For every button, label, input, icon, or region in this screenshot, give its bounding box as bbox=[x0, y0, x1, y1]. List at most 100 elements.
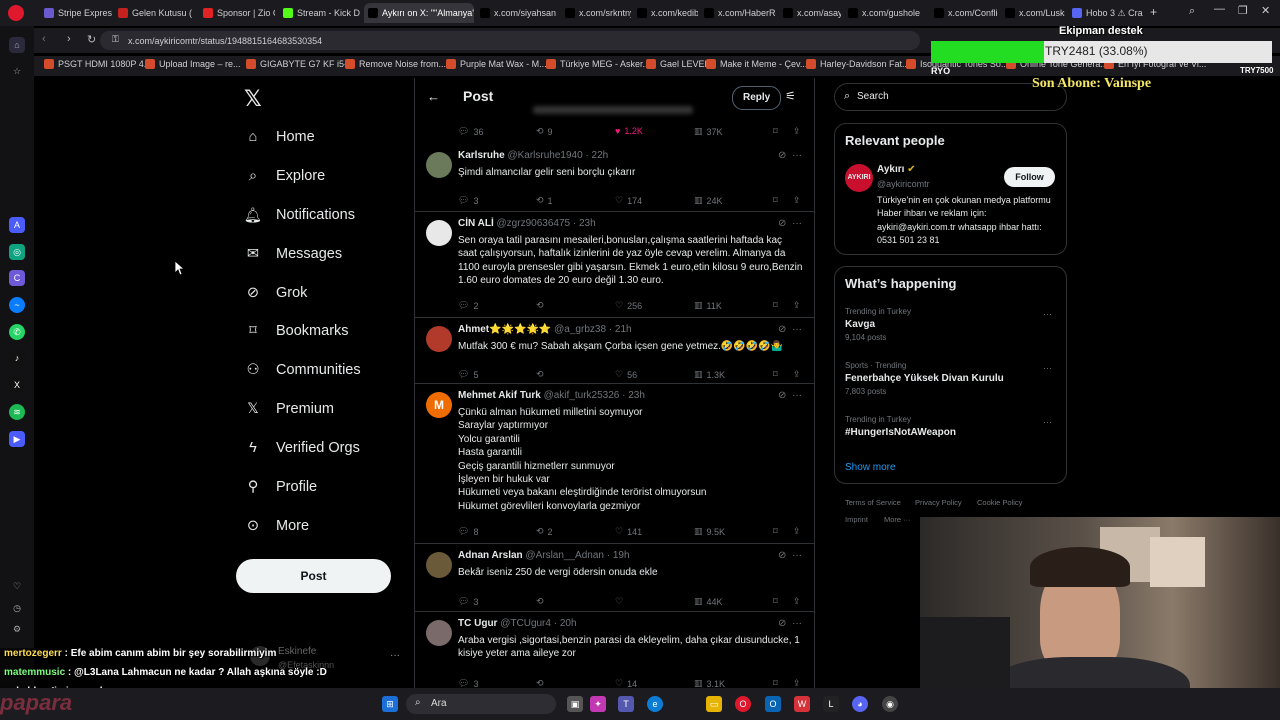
views-action[interactable]: ▥ 1.3K bbox=[694, 369, 725, 380]
views-action[interactable]: ▥ 44K bbox=[694, 596, 723, 607]
discord-icon[interactable]: ◕ bbox=[852, 696, 868, 712]
more-dots-icon[interactable]: ··· bbox=[390, 650, 400, 661]
show-more-link[interactable]: Show more bbox=[845, 462, 896, 473]
browser-tab[interactable]: Stripe Express bbox=[40, 3, 112, 23]
tweet-menu[interactable]: ⊘ ··· bbox=[778, 150, 802, 161]
bookmark-item[interactable]: Make it Meme - Çev... bbox=[706, 59, 807, 69]
browser-tab[interactable]: Stream - Kick D bbox=[279, 3, 361, 23]
share-action[interactable]: ⇪ bbox=[793, 596, 801, 607]
avatar[interactable] bbox=[426, 152, 452, 178]
share-action[interactable]: ⇪ bbox=[793, 300, 801, 311]
browser-tab[interactable]: x.com/asayisbe bbox=[779, 3, 841, 23]
tweet-menu[interactable]: ⊘ ··· bbox=[778, 550, 802, 561]
nav-item-bookmarks[interactable]: ⌑ Bookmarks bbox=[244, 322, 348, 340]
obs-icon[interactable]: ◉ bbox=[882, 696, 898, 712]
x-logo-icon[interactable]: 𝕏 bbox=[244, 86, 262, 112]
history-icon[interactable]: ◷ bbox=[9, 600, 25, 616]
site-info-icon[interactable]: ⚿ bbox=[112, 34, 119, 45]
repost-action[interactable]: ⟲ bbox=[536, 369, 548, 380]
more-dots-icon[interactable]: ··· bbox=[792, 618, 802, 629]
tweet-menu[interactable]: ⊘ ··· bbox=[778, 390, 802, 401]
views-action[interactable]: ▥ 9.5K bbox=[694, 526, 725, 537]
start-menu-icon[interactable]: ⊞ bbox=[382, 696, 398, 712]
trend-item[interactable]: Trending in Turkey Kavga 9,104 posts ··· bbox=[845, 307, 1058, 342]
footer-link[interactable]: Terms of Service bbox=[845, 498, 901, 507]
reply-action[interactable]: 💬︎ 2 bbox=[458, 300, 478, 311]
bookmark-action[interactable]: ⌑ bbox=[773, 195, 778, 206]
nav-item-explore[interactable]: ⌕ Explore bbox=[244, 167, 325, 185]
grok-icon[interactable]: ⊘ bbox=[778, 218, 786, 229]
home-icon[interactable]: ⌂ bbox=[9, 37, 25, 53]
tweet-author[interactable]: CİN ALİ bbox=[458, 218, 494, 229]
bookmark-item[interactable]: GIGABYTE G7 KF i5-... bbox=[246, 59, 355, 69]
share-action[interactable]: ⇪ bbox=[793, 526, 801, 537]
nav-item-notifications[interactable]: 🔔︎ Notifications bbox=[244, 206, 355, 224]
messenger-icon[interactable]: ~ bbox=[9, 297, 25, 313]
copilot-icon[interactable]: ✦ bbox=[590, 696, 606, 712]
footer-link[interactable]: Privacy Policy bbox=[915, 498, 962, 507]
bookmark-action[interactable]: ⌑ bbox=[773, 300, 778, 311]
nav-item-communities[interactable]: ⚇ Communities bbox=[244, 361, 361, 379]
new-tab-icon[interactable]: + bbox=[1150, 5, 1157, 19]
tweet[interactable]: TC Ugur @TCUgur4 · 20h ⊘ ··· Araba vergisi… bbox=[415, 612, 814, 690]
avatar[interactable] bbox=[426, 326, 452, 352]
grok-icon[interactable]: ⊘ bbox=[778, 324, 786, 335]
like-action[interactable]: ♡ bbox=[615, 596, 627, 607]
tiktok-icon[interactable]: ♪ bbox=[9, 350, 25, 366]
task-view-icon[interactable]: ▣ bbox=[567, 696, 583, 712]
search-tabs-icon[interactable]: ⌕ bbox=[1189, 5, 1195, 18]
chatgpt-icon[interactable]: ◎ bbox=[9, 244, 25, 260]
more-dots-icon[interactable]: ··· bbox=[792, 550, 802, 561]
tweet-menu[interactable]: ⊘ ··· bbox=[778, 324, 802, 335]
l-app-icon[interactable]: L bbox=[823, 696, 839, 712]
nav-item-verified-orgs[interactable]: ϟ Verified Orgs bbox=[244, 439, 360, 457]
repost-action[interactable]: ⟲ 1 bbox=[536, 195, 553, 206]
grok-icon[interactable]: ⊘ bbox=[778, 390, 786, 401]
share-action[interactable]: ⇪ bbox=[793, 369, 801, 380]
more-dots-icon[interactable]: ··· bbox=[792, 324, 802, 335]
back-icon[interactable]: ‹ bbox=[42, 33, 46, 45]
like-action[interactable]: ♥ 1.2K bbox=[615, 126, 643, 136]
post-button[interactable]: Post bbox=[236, 559, 391, 593]
footer-link[interactable]: More ··· bbox=[884, 515, 911, 524]
repost-action[interactable]: ⟲ 9 bbox=[536, 126, 553, 137]
nav-item-grok[interactable]: ⊘ Grok bbox=[244, 284, 308, 302]
tweet[interactable]: CİN ALİ @zgrz90636475 · 23h ⊘ ··· Sen oray… bbox=[415, 212, 814, 318]
share-action[interactable]: ⇪ bbox=[793, 195, 801, 206]
tweet-author[interactable]: Adnan Arslan bbox=[458, 550, 523, 561]
opera-taskbar-icon[interactable]: O bbox=[735, 696, 751, 712]
bookmark-action[interactable]: ⌑ bbox=[773, 369, 778, 380]
bookmark-item[interactable]: Türkiye MEG - Asker... bbox=[546, 59, 650, 69]
more-dots-icon[interactable]: ··· bbox=[792, 218, 802, 229]
nav-item-home[interactable]: ⌂ Home bbox=[244, 128, 315, 146]
reply-action[interactable]: 💬︎ 3 bbox=[458, 195, 478, 206]
tweet-author[interactable]: TC Ugur bbox=[458, 618, 497, 629]
repost-action[interactable]: ⟲ bbox=[536, 596, 548, 607]
views-action[interactable]: ▥ 24K bbox=[694, 195, 723, 206]
tweet-menu[interactable]: ⊘ ··· bbox=[778, 618, 802, 629]
footer-link[interactable]: Cookie Policy bbox=[977, 498, 1022, 507]
browser-tab[interactable]: Hobo 3 ⚠ Cra bbox=[1068, 3, 1148, 23]
more-dots-icon[interactable]: ··· bbox=[792, 150, 802, 161]
whatsapp-icon[interactable]: ✆ bbox=[9, 324, 25, 340]
grok-icon[interactable]: ⊘ bbox=[778, 150, 786, 161]
avatar[interactable]: M bbox=[426, 392, 452, 418]
browser-tab[interactable]: x.com/kedibek bbox=[633, 3, 698, 23]
trend-item[interactable]: Trending in Turkey #HungerIsNotAWeapon ··· bbox=[845, 415, 1058, 441]
reply-action[interactable]: 💬︎ 36 bbox=[458, 126, 483, 137]
bookmark-item[interactable]: PSGT HDMI 1080P 4... bbox=[44, 59, 151, 69]
tweet[interactable]: Karlsruhe @Karlsruhe1940 · 22h ⊘ ··· Şimdi… bbox=[415, 144, 814, 212]
star-icon[interactable]: ☆ bbox=[9, 63, 25, 79]
grok-icon[interactable]: ⊘ bbox=[778, 550, 786, 561]
avatar[interactable] bbox=[426, 620, 452, 646]
bookmark-item[interactable]: Upload Image – re... bbox=[145, 59, 241, 69]
nav-item-messages[interactable]: ✉ Messages bbox=[244, 245, 342, 263]
nav-item-profile[interactable]: ⚲ Profile bbox=[244, 478, 317, 496]
bookmark-action[interactable]: ⌑ bbox=[773, 526, 778, 537]
cs-icon[interactable]: C bbox=[9, 270, 25, 286]
heart-icon[interactable]: ♡ bbox=[9, 578, 25, 594]
trend-item[interactable]: Sports · Trending Fenerbahçe Yüksek Divan… bbox=[845, 361, 1058, 396]
like-action[interactable]: ♡ 56 bbox=[615, 369, 637, 380]
footer-link[interactable]: Imprint bbox=[845, 515, 868, 524]
like-action[interactable]: ♡ 141 bbox=[615, 526, 642, 537]
